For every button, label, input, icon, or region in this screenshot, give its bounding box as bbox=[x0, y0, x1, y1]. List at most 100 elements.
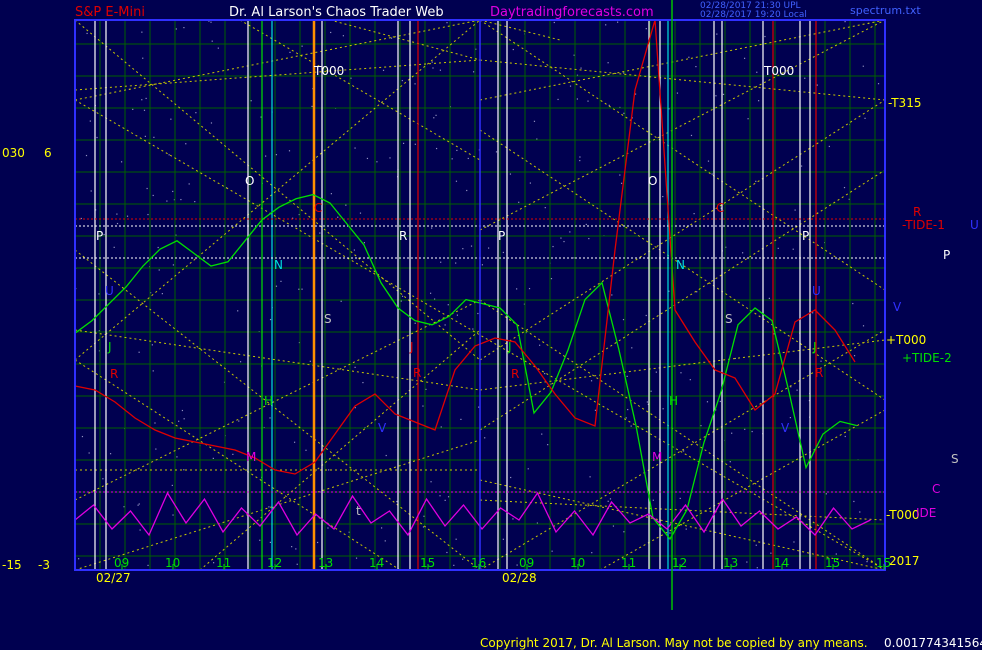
star-dot bbox=[447, 496, 450, 498]
star-dot bbox=[477, 312, 479, 315]
hour-tick-label: 14 bbox=[774, 556, 790, 570]
star-dot bbox=[744, 428, 746, 430]
star-dot bbox=[414, 143, 416, 145]
star-dot bbox=[152, 370, 154, 372]
star-dot bbox=[512, 48, 514, 51]
grid-label-p3: P bbox=[802, 229, 810, 243]
star-dot bbox=[166, 200, 168, 202]
star-dot bbox=[462, 248, 464, 250]
star-dot bbox=[825, 493, 827, 495]
star-dot bbox=[293, 441, 296, 443]
star-dot bbox=[627, 408, 629, 411]
fan-line bbox=[74, 249, 481, 571]
star-dot bbox=[213, 562, 215, 564]
right-label-r: R bbox=[913, 205, 922, 219]
fan-line bbox=[479, 299, 886, 571]
star-dot bbox=[439, 69, 441, 71]
fan-line bbox=[74, 19, 481, 101]
star-dot bbox=[440, 426, 442, 428]
star-dot bbox=[401, 79, 403, 82]
star-dot bbox=[141, 31, 143, 33]
star-dot bbox=[456, 314, 459, 316]
star-dot bbox=[690, 134, 693, 137]
left-scale-bottom-b: -3 bbox=[38, 558, 50, 572]
star-dot bbox=[557, 98, 559, 101]
star-dot bbox=[298, 288, 300, 290]
star-dot bbox=[685, 528, 687, 530]
star-dot bbox=[147, 213, 149, 216]
star-dot bbox=[328, 469, 330, 471]
grid-label-s2: S bbox=[725, 312, 733, 326]
star-dot bbox=[88, 452, 90, 454]
star-dot bbox=[652, 499, 654, 501]
chart-title: Dr. Al Larson's Chaos Trader Web bbox=[229, 5, 444, 20]
star-dot bbox=[366, 157, 369, 160]
star-dot bbox=[768, 297, 770, 299]
star-dot bbox=[296, 563, 298, 565]
red-series-line bbox=[74, 19, 856, 475]
grid-label-h2: H bbox=[669, 394, 679, 408]
star-dot bbox=[609, 498, 612, 500]
star-dot bbox=[430, 481, 432, 483]
star-dot bbox=[337, 216, 339, 218]
grid-label-t-small: t bbox=[356, 504, 361, 518]
star-dot bbox=[86, 32, 88, 35]
date-label-day2: 02/28 bbox=[502, 571, 537, 585]
grid-label-j1b: J bbox=[410, 340, 414, 354]
star-dot bbox=[359, 212, 362, 214]
star-dot bbox=[178, 420, 180, 422]
star-dot bbox=[431, 227, 433, 229]
star-dot bbox=[453, 564, 455, 566]
left-scale-bottom-a: -15 bbox=[2, 558, 22, 572]
star-dot bbox=[239, 361, 242, 363]
star-dot bbox=[579, 159, 581, 162]
star-dot bbox=[460, 418, 462, 420]
star-dot bbox=[212, 457, 214, 459]
grid-label-r1c: R bbox=[413, 366, 422, 380]
star-dot bbox=[679, 497, 681, 500]
star-dot bbox=[422, 405, 424, 407]
star-dot bbox=[389, 157, 391, 159]
star-dot bbox=[183, 418, 185, 420]
star-dot bbox=[789, 417, 791, 419]
star-dot bbox=[510, 476, 512, 479]
star-dot bbox=[764, 35, 766, 38]
fan-line bbox=[479, 339, 886, 391]
star-dot bbox=[269, 541, 271, 543]
star-dot bbox=[516, 288, 518, 290]
grid-label-u1: U bbox=[105, 284, 114, 298]
star-dot bbox=[509, 173, 512, 175]
star-dot bbox=[518, 201, 520, 203]
star-dot bbox=[828, 145, 830, 148]
star-dot bbox=[113, 246, 115, 248]
grid-label-n2: N bbox=[676, 258, 685, 272]
star-dot bbox=[512, 518, 514, 520]
star-dot bbox=[502, 538, 504, 540]
star-dots bbox=[75, 20, 880, 571]
grid-label-j1: J bbox=[108, 340, 112, 354]
star-dot bbox=[711, 173, 713, 175]
star-dot bbox=[362, 381, 364, 384]
star-dot bbox=[142, 57, 144, 59]
star-dot bbox=[269, 318, 272, 321]
hour-tick-label: 10 bbox=[570, 556, 586, 570]
star-dot bbox=[844, 435, 846, 438]
star-dot bbox=[573, 257, 575, 259]
right-label-year: 2017 bbox=[889, 554, 920, 568]
star-dot bbox=[560, 237, 562, 239]
star-dot bbox=[311, 105, 313, 107]
star-dot bbox=[176, 456, 178, 458]
star-dot bbox=[563, 240, 565, 243]
star-dot bbox=[742, 252, 744, 254]
star-dot bbox=[354, 366, 356, 368]
star-dot bbox=[662, 195, 664, 198]
star-dot bbox=[547, 444, 549, 446]
star-dot bbox=[587, 100, 589, 102]
star-dot bbox=[305, 449, 307, 451]
grid-label-c1: C bbox=[314, 201, 323, 215]
star-dot bbox=[544, 207, 546, 209]
star-dot bbox=[743, 57, 746, 59]
site-link[interactable]: Daytradingforecasts.com bbox=[490, 6, 654, 20]
star-dot bbox=[144, 135, 146, 137]
grid-label-t000-1: T000 bbox=[314, 64, 345, 78]
